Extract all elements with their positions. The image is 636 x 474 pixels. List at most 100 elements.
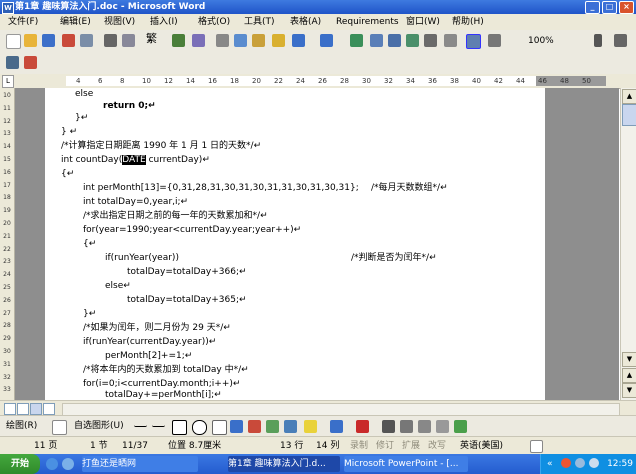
status-extend[interactable]: 扩展 xyxy=(402,440,420,452)
scroll-up-icon[interactable]: ▲ xyxy=(622,89,636,104)
spelling-icon[interactable] xyxy=(172,34,185,47)
menu-help[interactable]: 帮助(H) xyxy=(452,16,484,28)
redo-icon[interactable] xyxy=(320,34,333,47)
toolbar-options-icon[interactable] xyxy=(594,34,602,47)
scroll-thumb[interactable] xyxy=(622,104,636,126)
paste-icon[interactable] xyxy=(252,34,265,47)
word-app-icon[interactable]: W xyxy=(2,2,14,14)
formatting-toolbar-icon[interactable] xyxy=(614,34,627,47)
ruler-tick-label: 14 xyxy=(186,77,195,85)
font-color-icon[interactable] xyxy=(356,420,369,433)
tray-network-icon[interactable] xyxy=(575,458,585,468)
spelling-status-icon[interactable] xyxy=(530,440,543,453)
status-track-changes[interactable]: 修订 xyxy=(376,440,394,452)
permission-icon[interactable] xyxy=(62,34,75,47)
draw-menu[interactable]: 绘图(R) xyxy=(6,420,37,432)
browser-icon[interactable] xyxy=(62,458,74,470)
tray-expand-button[interactable]: « xyxy=(547,458,553,470)
menu-window[interactable]: 窗口(W) xyxy=(406,16,440,28)
document-page[interactable]: else return 0;↵ }↵ } ↵ /*计算指定日期距离 1990 年… xyxy=(45,88,545,400)
new-document-icon[interactable] xyxy=(6,34,21,49)
outline-view-icon[interactable] xyxy=(43,403,55,415)
cut-icon[interactable] xyxy=(216,34,229,47)
vertical-scrollbar[interactable]: ▲ ▼ ▲ ▼ xyxy=(620,88,636,400)
text-box-icon[interactable] xyxy=(212,420,227,435)
columns-icon[interactable] xyxy=(424,34,437,47)
oval-icon[interactable] xyxy=(192,420,207,435)
selected-text[interactable]: DATE xyxy=(122,155,146,165)
minimize-button[interactable]: _ xyxy=(585,1,600,14)
format-painter-icon[interactable] xyxy=(272,34,285,47)
start-button[interactable]: 开始 xyxy=(0,454,40,474)
menu-view[interactable]: 视图(V) xyxy=(104,16,135,28)
insert-excel-icon[interactable] xyxy=(406,34,419,47)
web-view-icon[interactable] xyxy=(17,403,29,415)
menu-requirements[interactable]: Requirements xyxy=(336,16,399,28)
code-line: }↵ xyxy=(83,309,97,319)
tables-borders-icon[interactable] xyxy=(370,34,383,47)
insert-table-icon[interactable] xyxy=(388,34,401,47)
wordart-icon[interactable] xyxy=(230,420,243,433)
vertical-ruler-tick-label: 23 xyxy=(3,258,11,266)
rectangle-icon[interactable] xyxy=(172,420,187,435)
vertical-ruler-tick-label: 32 xyxy=(3,373,11,381)
maximize-button[interactable]: □ xyxy=(602,1,617,14)
print-layout-icon[interactable] xyxy=(30,403,42,415)
status-overtype[interactable]: 改写 xyxy=(428,440,446,452)
task-word-doc[interactable]: 第1章 趣味算法入门.d... xyxy=(228,456,340,472)
next-page-icon[interactable]: ▼ xyxy=(622,383,636,398)
open-folder-icon[interactable] xyxy=(24,34,37,47)
hyperlink-icon[interactable] xyxy=(350,34,363,47)
select-objects-icon[interactable] xyxy=(52,420,67,435)
menu-insert[interactable]: 插入(I) xyxy=(150,16,178,28)
traditional-chinese-button[interactable]: 繁 xyxy=(146,33,157,45)
task-fishing[interactable]: 打鱼还是晒网 xyxy=(82,456,198,472)
save-icon[interactable] xyxy=(42,34,55,47)
arrow-style-icon[interactable] xyxy=(418,420,431,433)
line-icon[interactable] xyxy=(134,420,147,427)
diamond-icon[interactable] xyxy=(6,56,19,69)
copy-icon[interactable] xyxy=(234,34,247,47)
diagram-icon[interactable] xyxy=(248,420,261,433)
undo-icon[interactable] xyxy=(292,34,305,47)
tab-selector[interactable]: L xyxy=(2,75,14,88)
ie-icon[interactable] xyxy=(46,458,58,470)
menu-file[interactable]: 文件(F) xyxy=(8,16,38,28)
previous-page-icon[interactable]: ▲ xyxy=(622,368,636,383)
zoom-select[interactable]: 100% xyxy=(528,35,554,47)
status-record[interactable]: 录制 xyxy=(350,440,368,452)
print-icon[interactable] xyxy=(104,34,117,47)
vertical-ruler-tick-label: 19 xyxy=(3,207,11,215)
scroll-down-icon[interactable]: ▼ xyxy=(622,352,636,367)
menu-format[interactable]: 格式(O) xyxy=(198,16,230,28)
arrow-icon[interactable] xyxy=(152,420,165,427)
drawing-icon[interactable] xyxy=(444,34,457,47)
menu-table[interactable]: 表格(A) xyxy=(290,16,321,28)
line-style-icon[interactable] xyxy=(382,420,395,433)
email-icon[interactable] xyxy=(80,34,93,47)
document-map-icon[interactable] xyxy=(466,34,481,49)
close-button[interactable]: × xyxy=(619,1,634,14)
line-color-icon[interactable] xyxy=(330,420,343,433)
vertical-ruler-tick-label: 24 xyxy=(3,271,11,279)
dash-style-icon[interactable] xyxy=(400,420,413,433)
normal-view-icon[interactable] xyxy=(4,403,16,415)
tray-app-icon[interactable] xyxy=(561,458,571,468)
tray-volume-icon[interactable] xyxy=(589,458,599,468)
clipart-icon[interactable] xyxy=(266,420,279,433)
autoshapes-menu[interactable]: 自选图形(U) xyxy=(74,420,124,432)
ruler-tick-label: 12 xyxy=(164,77,173,85)
show-hide-icon[interactable] xyxy=(488,34,501,47)
3d-style-icon[interactable] xyxy=(454,420,467,433)
research-icon[interactable] xyxy=(192,34,205,47)
cross-icon[interactable] xyxy=(24,56,37,69)
print-preview-icon[interactable] xyxy=(122,34,135,47)
menu-tools[interactable]: 工具(T) xyxy=(244,16,275,28)
vertical-ruler-tick-label: 15 xyxy=(3,156,11,163)
picture-icon[interactable] xyxy=(284,420,297,433)
task-powerpoint[interactable]: Microsoft PowerPoint - [... xyxy=(344,456,468,472)
shadow-icon[interactable] xyxy=(436,420,449,433)
fill-color-icon[interactable] xyxy=(304,420,317,433)
menu-edit[interactable]: 编辑(E) xyxy=(60,16,91,28)
vertical-ruler-tick-label: 30 xyxy=(3,348,11,355)
